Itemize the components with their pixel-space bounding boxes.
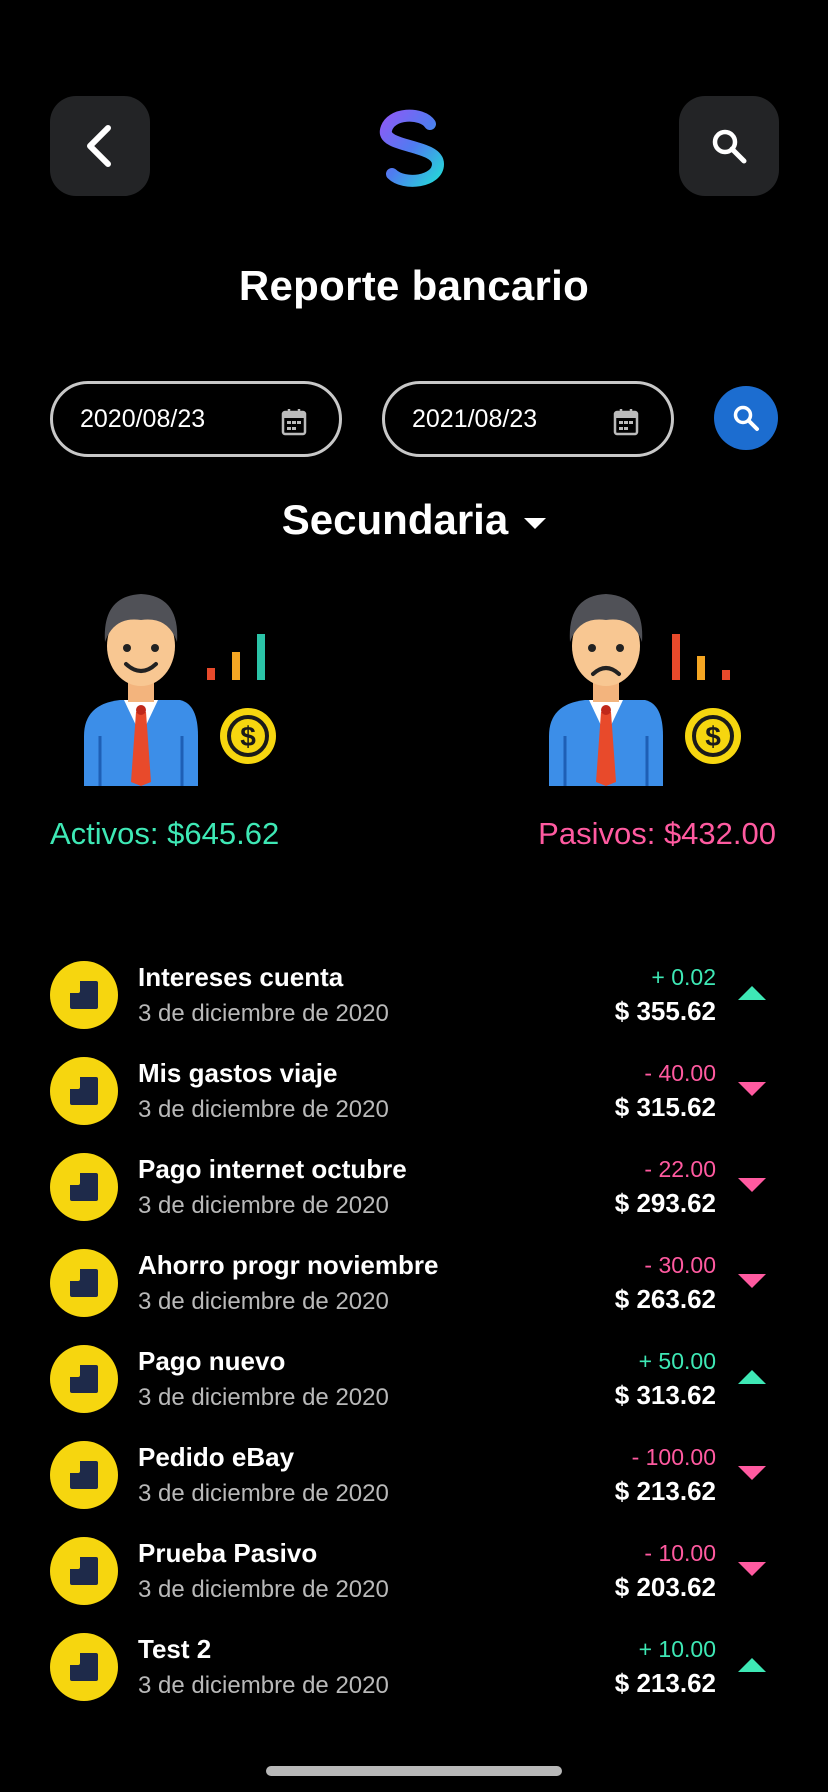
transaction-balance: $ 315.62 xyxy=(614,1092,716,1122)
date-to-value: 2021/08/23 xyxy=(412,404,538,433)
transaction-date: 3 de diciembre de 2020 xyxy=(138,1384,389,1411)
transaction-balance: $ 263.62 xyxy=(614,1284,716,1314)
transaction-amount: - 22.00 xyxy=(644,1156,716,1182)
arrow-up-icon xyxy=(738,1370,766,1384)
transaction-amount: - 10.00 xyxy=(644,1540,716,1566)
transaction-balance: $ 203.62 xyxy=(614,1572,716,1602)
page-title: Reporte bancario xyxy=(238,262,590,309)
transaction-date: 3 de diciembre de 2020 xyxy=(138,1480,389,1507)
home-indicator xyxy=(266,1766,562,1776)
arrow-down-icon xyxy=(738,1274,766,1288)
transaction-icon xyxy=(50,1633,118,1701)
arrow-up-icon xyxy=(738,986,766,1000)
search-icon xyxy=(733,405,759,431)
transaction-row[interactable]: Pedido eBay 3 de diciembre de 2020 - 100.0… xyxy=(0,1438,828,1534)
transaction-date: 3 de diciembre de 2020 xyxy=(138,1000,389,1027)
transaction-row[interactable]: Prueba Pasivo 3 de diciembre de 2020 - 10.… xyxy=(0,1534,828,1630)
arrow-down-icon xyxy=(738,1082,766,1096)
transaction-icon xyxy=(50,1441,118,1509)
transaction-amount: + 10.00 xyxy=(638,1636,716,1662)
transaction-balance: $ 313.62 xyxy=(614,1380,716,1410)
transaction-balance: $ 213.62 xyxy=(614,1668,716,1698)
transaction-name: Pago nuevo xyxy=(138,1346,286,1376)
transaction-date: 3 de diciembre de 2020 xyxy=(138,1288,389,1315)
transaction-date: 3 de diciembre de 2020 xyxy=(138,1672,389,1699)
calendar-icon xyxy=(281,409,307,436)
transaction-name: Prueba Pasivo xyxy=(138,1538,318,1568)
transaction-amount: + 0.02 xyxy=(651,964,716,990)
arrow-down-icon xyxy=(738,1178,766,1192)
app-logo xyxy=(380,97,445,195)
transaction-icon xyxy=(50,1345,118,1413)
transaction-name: Mis gastos viaje xyxy=(138,1058,338,1088)
chevron-left-icon xyxy=(87,125,111,167)
transaction-icon xyxy=(50,1537,118,1605)
transaction-list: Intereses cuenta 3 de diciembre de 2020 + … xyxy=(0,958,828,1726)
transaction-row[interactable]: Pago nuevo 3 de diciembre de 2020 + 50.00 $… xyxy=(0,1342,828,1438)
date-from-field[interactable]: 2020/08/23 xyxy=(50,381,342,457)
search-button[interactable] xyxy=(679,96,779,196)
transaction-icon xyxy=(50,1153,118,1221)
transaction-row[interactable]: Intereses cuenta 3 de diciembre de 2020 + … xyxy=(0,958,828,1054)
svg-text:$: $ xyxy=(705,721,721,752)
transaction-date: 3 de diciembre de 2020 xyxy=(138,1192,389,1219)
date-from-value: 2020/08/23 xyxy=(80,404,206,433)
calendar-icon xyxy=(613,409,639,436)
transaction-amount: - 30.00 xyxy=(644,1252,716,1278)
transaction-row[interactable]: Pago internet octubre 3 de diciembre de 2… xyxy=(0,1150,828,1246)
transaction-amount: - 100.00 xyxy=(631,1444,716,1470)
transaction-name: Pago internet octubre xyxy=(138,1154,407,1184)
account-selector[interactable]: Secundaria xyxy=(0,496,828,544)
transaction-row[interactable]: Ahorro progr noviembre 3 de diciembre de … xyxy=(0,1246,828,1342)
liabilities-total: Pasivos: $432.00 xyxy=(538,816,776,851)
filter-search-button[interactable] xyxy=(714,386,778,450)
transaction-name: Test 2 xyxy=(138,1634,212,1664)
transaction-icon xyxy=(50,961,118,1029)
transaction-name: Pedido eBay xyxy=(138,1442,295,1472)
transaction-date: 3 de diciembre de 2020 xyxy=(138,1096,389,1123)
back-button[interactable] xyxy=(50,96,150,196)
transaction-icon xyxy=(50,1249,118,1317)
transaction-row[interactable]: Mis gastos viaje 3 de diciembre de 2020 - … xyxy=(0,1054,828,1150)
date-to-field[interactable]: 2021/08/23 xyxy=(382,381,674,457)
search-icon xyxy=(712,129,747,164)
transaction-name: Ahorro progr noviembre xyxy=(138,1250,439,1280)
happy-businessman-icon: $ xyxy=(84,594,276,786)
transaction-date: 3 de diciembre de 2020 xyxy=(138,1576,389,1603)
transaction-amount: - 40.00 xyxy=(644,1060,716,1086)
transaction-row[interactable]: Test 2 3 de diciembre de 2020 + 10.00 $ 213… xyxy=(0,1630,828,1726)
assets-total: Activos: $645.62 xyxy=(50,816,280,851)
sad-businessman-icon: $ xyxy=(549,594,741,786)
transaction-name: Intereses cuenta xyxy=(138,962,344,992)
transaction-icon xyxy=(50,1057,118,1125)
transaction-amount: + 50.00 xyxy=(638,1348,716,1374)
transaction-balance: $ 355.62 xyxy=(614,996,716,1026)
account-name: Secundaria xyxy=(281,496,509,543)
caret-down-icon xyxy=(524,517,547,529)
arrow-down-icon xyxy=(738,1562,766,1576)
arrow-up-icon xyxy=(738,1658,766,1672)
transaction-balance: $ 213.62 xyxy=(614,1476,716,1506)
transaction-balance: $ 293.62 xyxy=(614,1188,716,1218)
arrow-down-icon xyxy=(738,1466,766,1480)
svg-text:$: $ xyxy=(240,721,256,752)
